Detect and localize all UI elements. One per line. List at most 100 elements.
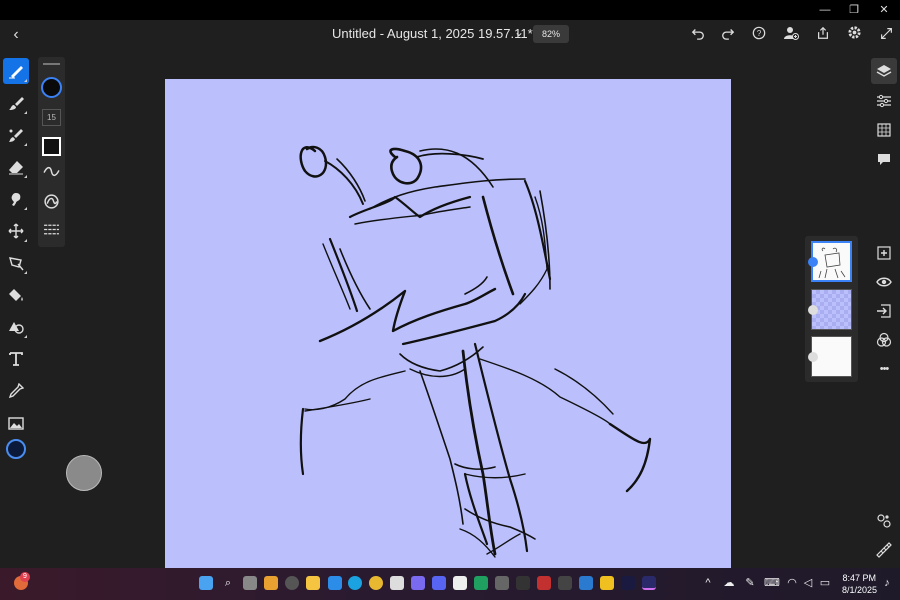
import-icon	[877, 304, 891, 318]
text-icon	[9, 352, 23, 366]
vector-brush-tool[interactable]	[3, 122, 29, 148]
paint-brush-icon	[9, 97, 24, 110]
text-tool[interactable]	[3, 346, 29, 372]
layers-icon	[876, 65, 892, 77]
selection-tool[interactable]	[3, 250, 29, 276]
minimize-button[interactable]: —	[814, 2, 836, 18]
notification-bell-icon[interactable]: ♪	[880, 576, 894, 590]
app-icon[interactable]	[411, 576, 425, 590]
fill-tool[interactable]	[3, 282, 29, 308]
file-explorer-icon[interactable]	[306, 576, 320, 590]
drawing-canvas[interactable]	[165, 79, 731, 568]
mail-icon[interactable]	[328, 576, 342, 590]
brush-color-swatch[interactable]	[41, 77, 62, 98]
properties-icon	[877, 94, 891, 108]
app-icon[interactable]	[285, 576, 299, 590]
app-icon[interactable]	[579, 576, 593, 590]
notification-count-badge: 9	[20, 572, 30, 582]
lasso-icon	[9, 257, 24, 271]
volume-icon[interactable]: ◁	[801, 576, 815, 590]
zoom-level[interactable]: 82%	[533, 25, 569, 43]
paint-bucket-icon	[9, 289, 23, 301]
app-icon[interactable]	[516, 576, 530, 590]
redo-icon[interactable]	[718, 25, 738, 45]
app-icon[interactable]	[474, 576, 488, 590]
app-icon[interactable]	[390, 576, 404, 590]
brush-size-field[interactable]: 15	[42, 109, 61, 126]
image-tool[interactable]	[3, 410, 29, 436]
smudge-tool[interactable]	[3, 186, 29, 212]
title-bar: — ❐ ✕	[0, 0, 900, 20]
smudge-icon	[11, 193, 21, 206]
discord-icon[interactable]	[432, 576, 446, 590]
shapes-icon	[9, 322, 24, 334]
wifi-icon[interactable]: ◠	[785, 576, 799, 590]
chevron-down-icon[interactable]: ⌄	[514, 25, 524, 39]
share-icon[interactable]	[813, 25, 833, 45]
add-layer-icon	[877, 246, 891, 260]
touch-shortcut-icon	[877, 514, 891, 528]
task-view-icon[interactable]	[243, 576, 257, 590]
blend-mode-button[interactable]	[871, 327, 897, 353]
battery-icon[interactable]: ▭	[818, 576, 832, 590]
ruler-button[interactable]	[871, 537, 897, 563]
layers-button[interactable]	[871, 58, 897, 84]
clock-time[interactable]: 8:47 PM	[842, 573, 876, 583]
app-icon[interactable]	[537, 576, 551, 590]
fullscreen-icon[interactable]	[876, 25, 896, 45]
pixel-brush-tool[interactable]	[3, 58, 29, 84]
app-icon[interactable]	[495, 576, 509, 590]
move-transform-tool[interactable]	[3, 218, 29, 244]
settings-icon[interactable]	[844, 25, 864, 45]
chevron-up-icon[interactable]: ^	[701, 576, 715, 590]
paint-brush-tool[interactable]	[3, 90, 29, 116]
comment-icon	[878, 154, 890, 165]
edge-browser-icon[interactable]	[348, 576, 362, 590]
back-button[interactable]: ‹	[8, 25, 24, 45]
restore-button[interactable]: ❐	[843, 2, 865, 18]
blend-icon	[876, 332, 892, 347]
app-icon[interactable]	[600, 576, 614, 590]
eraser-icon	[9, 161, 23, 175]
fresco-app-icon[interactable]	[642, 576, 656, 590]
widgets-icon[interactable]	[264, 576, 278, 590]
brush-settings-icon[interactable]	[42, 221, 61, 240]
grid-icon	[877, 123, 891, 137]
comments-button[interactable]	[871, 146, 897, 172]
cloud-icon[interactable]: ☁	[722, 576, 736, 590]
animate-app-icon[interactable]	[621, 576, 635, 590]
close-button[interactable]: ✕	[873, 2, 895, 18]
eyedropper-tool[interactable]	[3, 378, 29, 404]
shapes-tool[interactable]	[3, 314, 29, 340]
invite-user-icon[interactable]	[781, 25, 801, 45]
search-icon[interactable]: ⌕	[221, 576, 235, 590]
help-icon[interactable]: ?	[749, 25, 769, 45]
chrome-browser-icon[interactable]	[369, 576, 383, 590]
panel-drag-handle[interactable]	[43, 63, 60, 65]
keyboard-icon[interactable]: ⌨	[764, 576, 780, 590]
brush-smoothing-icon[interactable]	[42, 163, 61, 182]
eraser-tool[interactable]	[3, 154, 29, 180]
app-icon[interactable]	[453, 576, 467, 590]
add-layer-button[interactable]	[871, 240, 897, 266]
brush-opacity-swatch[interactable]	[42, 137, 61, 156]
color-picker-swatch[interactable]	[6, 439, 26, 459]
layer-visibility-indicator[interactable]	[808, 305, 818, 315]
app-icon[interactable]	[558, 576, 572, 590]
properties-button[interactable]	[871, 88, 897, 114]
pen-icon[interactable]: ✎	[743, 576, 757, 590]
brush-dynamics-icon[interactable]	[42, 193, 61, 212]
touch-shortcut-settings-button[interactable]	[871, 508, 897, 534]
touch-shortcut-button[interactable]	[66, 455, 102, 491]
layer-visibility-indicator[interactable]	[808, 352, 818, 362]
more-icon[interactable]: •••	[871, 356, 897, 382]
clock-date[interactable]: 8/1/2025	[842, 585, 877, 595]
layer-visibility-indicator[interactable]	[808, 257, 818, 267]
start-menu-icon[interactable]	[199, 576, 213, 590]
import-button[interactable]	[871, 298, 897, 324]
left-toolbar	[0, 50, 32, 568]
visibility-button[interactable]	[871, 269, 897, 295]
undo-icon[interactable]	[688, 25, 708, 45]
grid-button[interactable]	[871, 117, 897, 143]
document-title[interactable]: Untitled - August 1, 2025 19.57.11*	[332, 26, 533, 41]
